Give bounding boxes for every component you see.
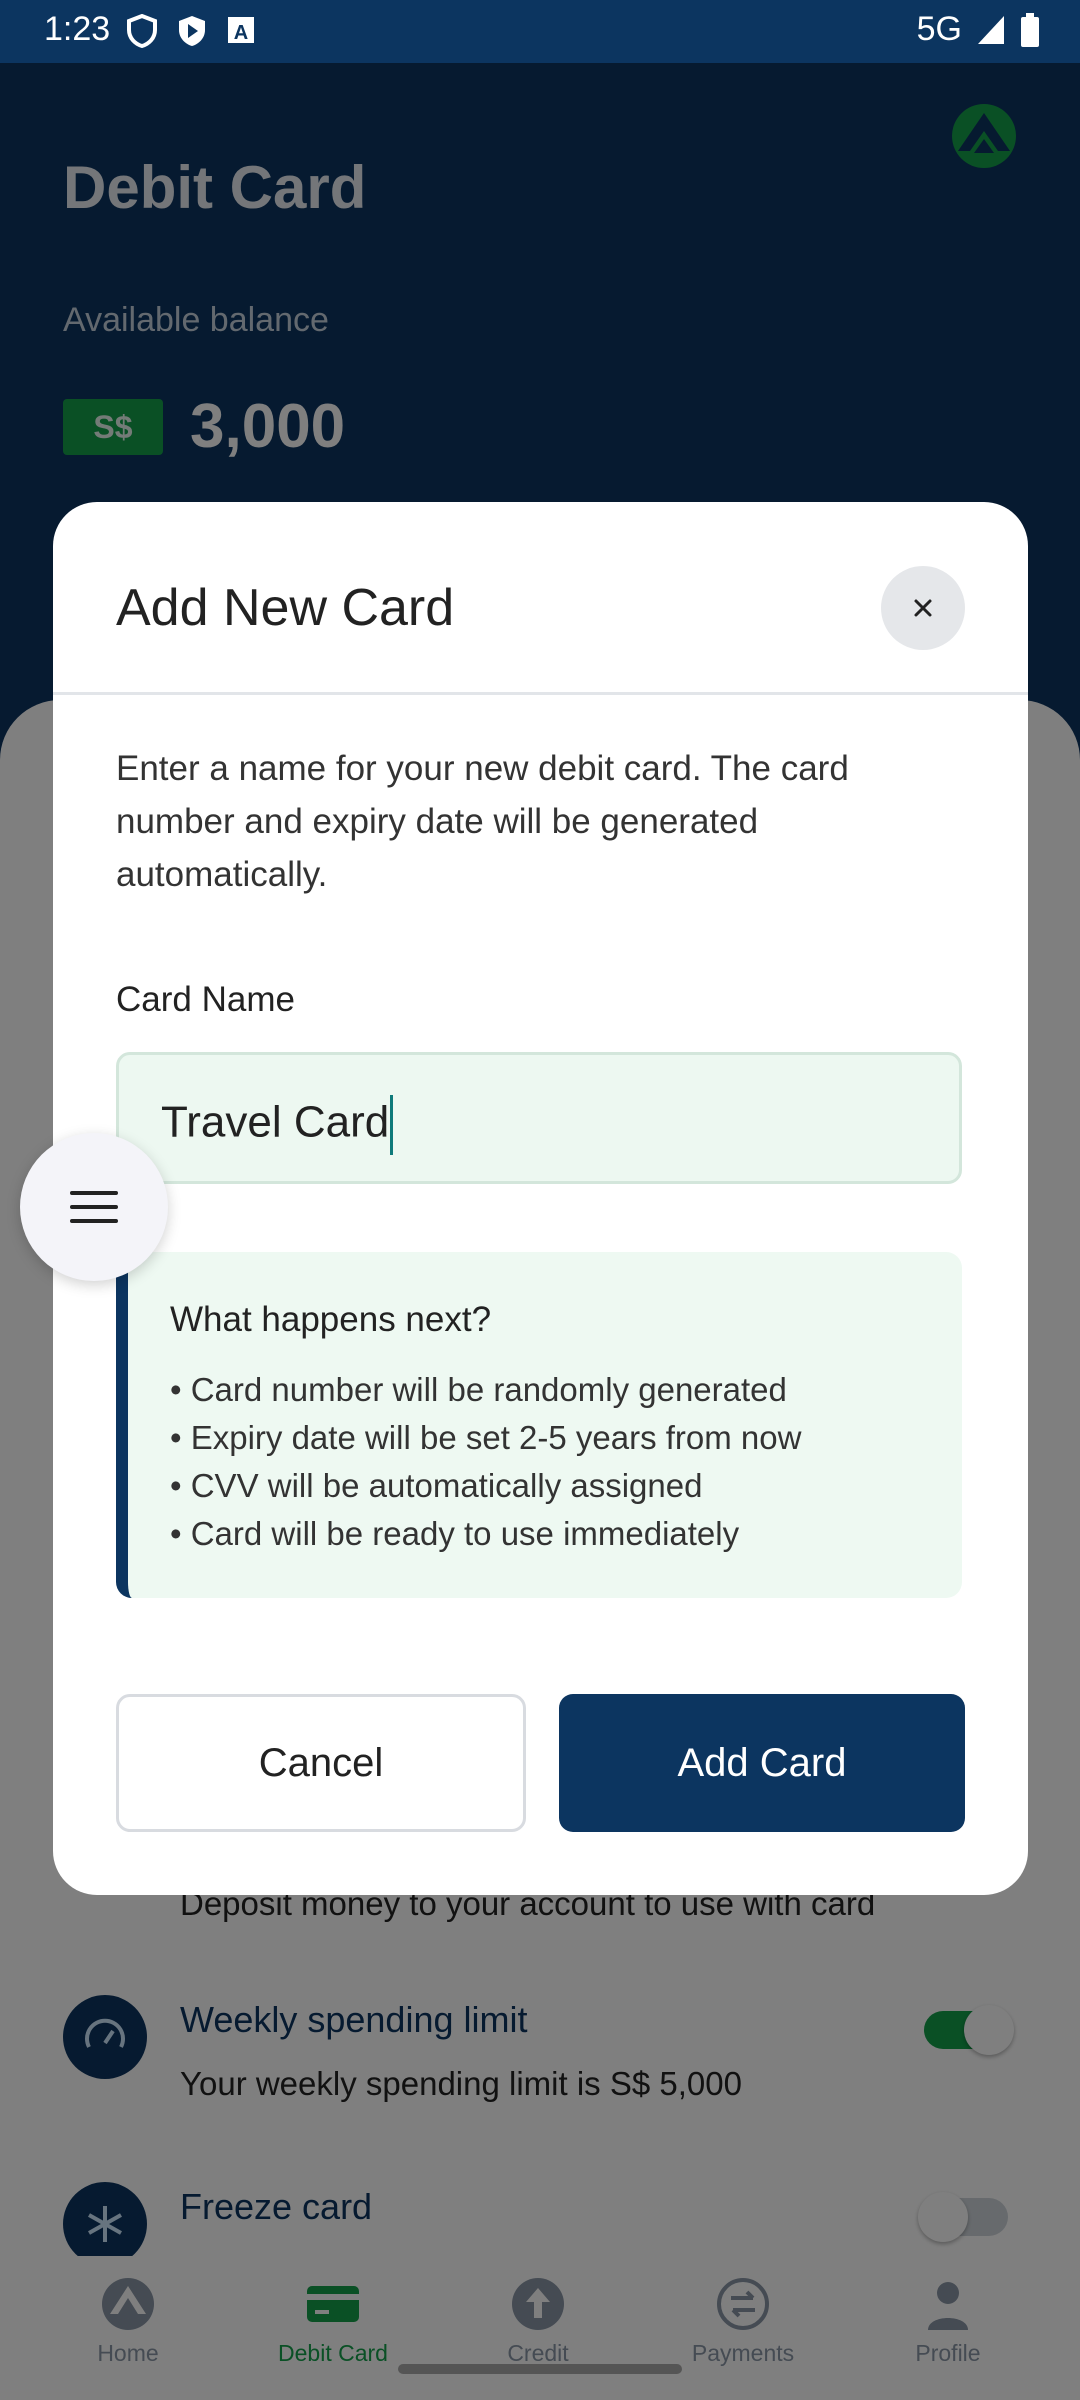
info-list: • Card number will be randomly generated… [170,1366,801,1558]
add-card-button[interactable]: Add Card [559,1694,965,1832]
card-name-label: Card Name [116,980,295,1019]
card-name-input[interactable]: Travel Card [116,1052,962,1184]
signal-icon [978,15,1004,44]
network-type: 5G [916,10,962,48]
home-indicator[interactable] [398,2364,682,2374]
card-name-value: Travel Card [161,1097,390,1147]
card-name-value-wrap: Travel Card [161,1095,394,1155]
dialog-divider [53,692,1028,695]
shield-icon [127,14,157,48]
cancel-button[interactable]: Cancel [116,1694,526,1832]
dialog-title: Add New Card [116,579,455,637]
play-protect-icon [179,16,205,46]
close-button[interactable] [881,566,965,650]
svg-text:A: A [234,22,248,44]
close-icon [914,599,932,617]
status-icons: A [126,14,256,48]
hamburger-menu-icon [70,1191,118,1223]
menu-button[interactable] [20,1133,168,1281]
info-item: • Expiry date will be set 2-5 years from… [170,1419,802,1456]
info-item: • Card number will be randomly generated [170,1371,787,1408]
status-time: 1:23 [44,10,111,48]
add-card-dialog: Add New Card Enter a name for your new d… [53,502,1028,1895]
info-item: • CVV will be automatically assigned [170,1467,703,1504]
status-bar: 1:23 A 5G [0,0,1080,63]
text-caret [390,1095,394,1155]
battery-icon [1021,12,1039,47]
status-right: 5G [917,10,1040,49]
info-box: What happens next? • Card number will be… [116,1252,962,1598]
info-title: What happens next? [170,1300,492,1339]
font-a-icon: A [228,17,254,44]
info-item: • Card will be ready to use immediately [170,1515,740,1552]
dialog-description: Enter a name for your new debit card. Th… [116,749,849,894]
